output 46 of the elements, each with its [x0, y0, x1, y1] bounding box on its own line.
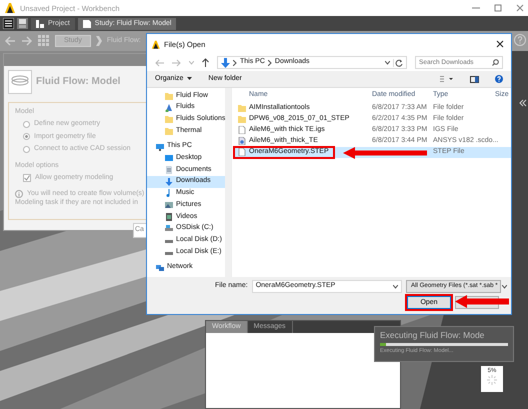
forward-icon[interactable] [172, 58, 181, 66]
chevron-icon [268, 60, 272, 66]
back-icon[interactable] [155, 58, 164, 66]
scrollbar[interactable] [225, 88, 232, 277]
maximize-icon[interactable] [494, 4, 502, 12]
document-icon [165, 166, 173, 174]
radio-button[interactable] [23, 121, 30, 128]
app-file-icon [238, 137, 246, 146]
logo-icon [4, 2, 16, 14]
radio-button[interactable] [23, 146, 30, 153]
model-icon [8, 70, 32, 94]
desktop-icon [165, 154, 173, 162]
network-icon [156, 263, 164, 272]
popup-title: Executing Fluid Flow: Mode [380, 330, 486, 340]
spinner-icon [487, 375, 497, 386]
page-icon [82, 20, 91, 28]
film-icon [165, 212, 173, 221]
pane-icon[interactable] [470, 76, 479, 82]
search-icon [492, 59, 499, 66]
dropdown-icon[interactable] [502, 284, 507, 288]
chevron-icon [96, 36, 102, 46]
file-icon [238, 148, 246, 156]
view-icon[interactable] [440, 76, 454, 82]
refresh-icon[interactable] [393, 58, 403, 66]
image-icon [165, 201, 173, 210]
arrow [455, 295, 509, 308]
download-icon [221, 58, 230, 68]
logo-icon [151, 40, 160, 48]
app-icon [165, 104, 173, 112]
file-icon [238, 126, 246, 134]
help-icon[interactable] [495, 75, 503, 83]
chevron-icon [233, 60, 237, 66]
caret-icon [187, 77, 192, 80]
menu-icon[interactable] [3, 18, 14, 29]
info-icon [15, 190, 23, 198]
folder-icon [165, 92, 173, 100]
computer-icon [156, 142, 164, 151]
download-icon [165, 178, 173, 186]
checkbox[interactable] [23, 174, 31, 182]
radio-button[interactable] [23, 133, 30, 140]
panel-title: Fluid Flow: Model [36, 76, 120, 88]
dropdown-icon[interactable] [385, 60, 390, 64]
project-icon [36, 20, 44, 28]
dropdown-icon[interactable] [393, 284, 398, 288]
close-icon[interactable] [496, 40, 504, 48]
up-icon[interactable] [202, 58, 209, 67]
